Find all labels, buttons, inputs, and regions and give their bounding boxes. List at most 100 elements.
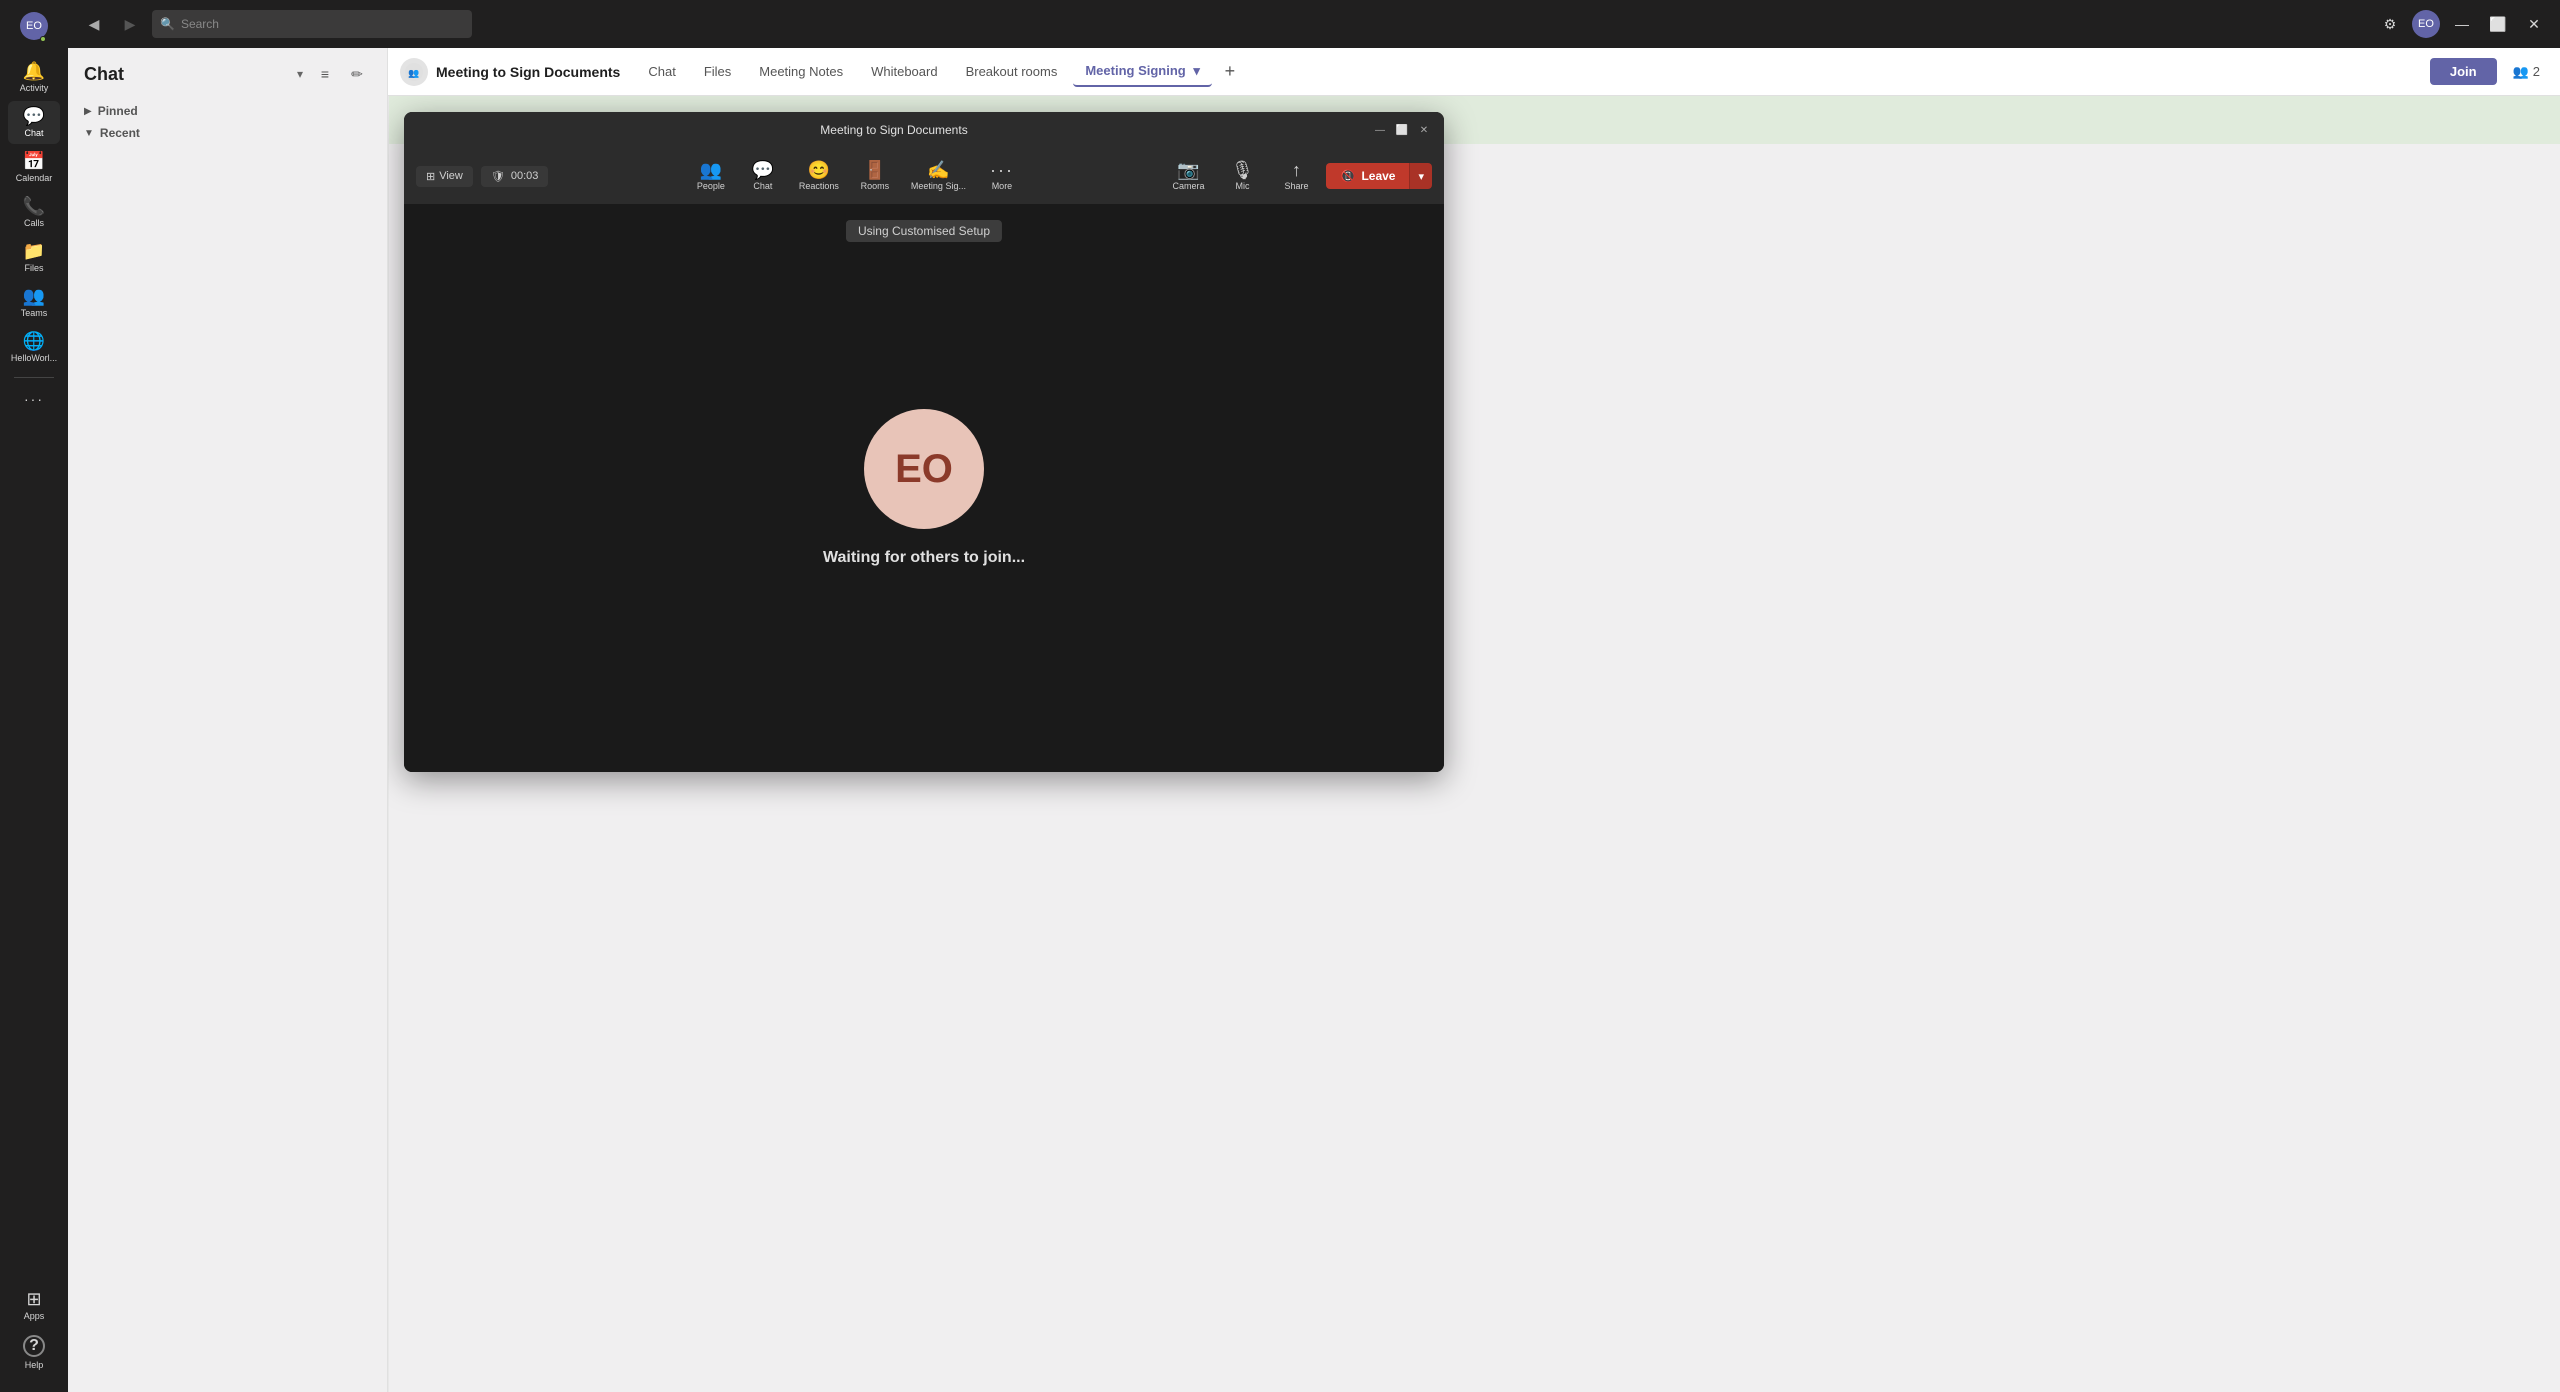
sidebar-nav: 🔔 Activity 💬 Chat 📅 Calendar 📞 Calls 📁 F…	[8, 56, 60, 1280]
meeting-video-area: Using Customised Setup EO Waiting for ot…	[404, 204, 1444, 772]
meeting-title: Meeting to Sign Documents	[436, 64, 620, 80]
back-btn[interactable]: ◀	[80, 10, 108, 38]
timer-icon: 🛡	[491, 170, 505, 183]
tab-files[interactable]: Files	[692, 58, 743, 85]
meeting-toolbar: ⊞ View 🛡 00:03 👥 People	[404, 148, 1444, 204]
help-icon: ?	[23, 1335, 45, 1357]
pinned-chevron-icon: ▶	[84, 106, 92, 117]
reactions-tool-btn[interactable]: 😊 Reactions	[791, 157, 847, 195]
more-icon: ···	[24, 392, 44, 406]
rooms-tool-icon: 🚪	[864, 161, 886, 179]
meeting-sig-tool-icon: ✍	[927, 161, 949, 179]
topbar: ◀ ▶ 🔍 Search ⚙ EO — ⬜ ✕	[68, 0, 2560, 48]
leave-button[interactable]: 📵 Leave	[1326, 163, 1409, 189]
sidebar-item-help[interactable]: ? Help	[8, 1329, 60, 1376]
chat-tool-icon: 💬	[752, 161, 774, 179]
helloworld-icon: 🌐	[23, 332, 45, 350]
recent-chevron-icon: ▼	[84, 128, 94, 139]
content-area: 👥 Meeting to Sign Documents Chat Files M…	[388, 48, 2560, 1392]
toolbar-left: ⊞ View 🛡 00:03	[416, 166, 548, 187]
topbar-right: ⚙ EO — ⬜ ✕	[2376, 10, 2548, 38]
settings-icon-btn[interactable]: ⚙	[2376, 10, 2404, 38]
sidebar-item-calls[interactable]: 📞 Calls	[8, 191, 60, 234]
people-tool-btn[interactable]: 👥 People	[687, 157, 735, 195]
apps-icon: ⊞	[26, 1290, 41, 1308]
tab-breakout-rooms[interactable]: Breakout rooms	[954, 58, 1070, 85]
meeting-window-title: Meeting to Sign Documents	[416, 123, 1372, 137]
meeting-window: Meeting to Sign Documents — ⬜ ✕ ⊞ View	[404, 112, 1444, 772]
activity-icon: 🔔	[23, 62, 45, 80]
chat-sidebar-chevron-icon[interactable]: ▾	[297, 67, 303, 81]
add-tab-btn[interactable]: +	[1216, 58, 1244, 86]
minimize-btn[interactable]: —	[2448, 10, 2476, 38]
sidebar-item-teams[interactable]: 👥 Teams	[8, 281, 60, 324]
tab-meeting-notes[interactable]: Meeting Notes	[747, 58, 855, 85]
window-minimize-btn[interactable]: —	[1372, 122, 1388, 138]
forward-btn[interactable]: ▶	[116, 10, 144, 38]
leave-chevron-btn[interactable]: ▾	[1409, 163, 1432, 189]
tab-chat[interactable]: Chat	[636, 58, 687, 85]
chat-sidebar-header: Chat ▾ ≡ ✏	[68, 48, 387, 100]
search-icon: 🔍	[160, 17, 175, 31]
files-icon: 📁	[23, 242, 45, 260]
meeting-window-titlebar: Meeting to Sign Documents — ⬜ ✕	[404, 112, 1444, 148]
teams-icon: 👥	[23, 287, 45, 305]
filter-btn[interactable]: ≡	[311, 60, 339, 88]
pinned-section-header[interactable]: ▶ Pinned	[68, 100, 387, 122]
people-tool-icon: 👥	[700, 161, 722, 179]
search-placeholder: Search	[181, 17, 219, 31]
timer-value: 00:03	[511, 170, 539, 182]
recent-section-header[interactable]: ▼ Recent	[68, 122, 387, 144]
meeting-tabbar: 👥 Meeting to Sign Documents Chat Files M…	[388, 48, 2560, 96]
inner-layout: Chat ▾ ≡ ✏ ▶ Pinned ▼ Recent	[68, 48, 2560, 1392]
reactions-tool-icon: 😊	[808, 161, 830, 179]
app-sidebar: EO 🔔 Activity 💬 Chat 📅 Calendar 📞 Calls …	[0, 0, 68, 1392]
meeting-sig-tool-btn[interactable]: ✍ Meeting Sig...	[903, 157, 974, 195]
svg-text:👥: 👥	[408, 68, 419, 78]
camera-tool-btn[interactable]: 📷 Camera	[1164, 157, 1212, 195]
join-button[interactable]: Join	[2430, 58, 2497, 85]
leave-btn-wrap: 📵 Leave ▾	[1326, 163, 1432, 189]
calendar-icon: 📅	[23, 152, 45, 170]
meeting-tab-title: 👥 Meeting to Sign Documents	[400, 58, 620, 86]
sidebar-bottom-nav: ⊞ Apps ? Help	[8, 1284, 60, 1376]
view-icon: ⊞	[426, 170, 435, 183]
mic-tool-btn[interactable]: 🎙 Mic	[1218, 157, 1266, 195]
sidebar-item-more[interactable]: ···	[8, 386, 60, 412]
customised-setup-tooltip: Using Customised Setup	[846, 220, 1002, 242]
topbar-avatar[interactable]: EO	[2412, 10, 2440, 38]
sidebar-divider	[14, 377, 54, 378]
sidebar-item-helloworld[interactable]: 🌐 HelloWorl...	[8, 326, 60, 369]
chat-tool-btn[interactable]: 💬 Chat	[739, 157, 787, 195]
participants-btn[interactable]: 👥 2	[2505, 60, 2548, 84]
close-app-btn[interactable]: ✕	[2520, 10, 2548, 38]
sidebar-item-chat[interactable]: 💬 Chat	[8, 101, 60, 144]
chat-sidebar-title: Chat	[84, 64, 289, 85]
rooms-tool-btn[interactable]: 🚪 Rooms	[851, 157, 899, 195]
tab-chevron-icon: ▾	[1193, 63, 1200, 78]
participant-avatar: EO	[864, 409, 984, 529]
tab-meeting-signing[interactable]: Meeting Signing ▾	[1073, 57, 1212, 87]
sidebar-item-activity[interactable]: 🔔 Activity	[8, 56, 60, 99]
participants-count: 2	[2533, 64, 2540, 79]
search-bar[interactable]: 🔍 Search	[152, 10, 472, 38]
chat-sidebar: Chat ▾ ≡ ✏ ▶ Pinned ▼ Recent	[68, 48, 388, 1392]
sidebar-item-calendar[interactable]: 📅 Calendar	[8, 146, 60, 189]
compose-btn[interactable]: ✏	[343, 60, 371, 88]
toolbar-right: 📷 Camera 🎙 Mic ↑ Share	[1164, 157, 1432, 195]
maximize-btn[interactable]: ⬜	[2484, 10, 2512, 38]
tab-whiteboard[interactable]: Whiteboard	[859, 58, 949, 85]
sidebar-item-files[interactable]: 📁 Files	[8, 236, 60, 279]
window-maximize-btn[interactable]: ⬜	[1394, 122, 1410, 138]
window-close-btn[interactable]: ✕	[1416, 122, 1432, 138]
sidebar-item-apps[interactable]: ⊞ Apps	[8, 1284, 60, 1327]
meeting-icon: 👥	[400, 58, 428, 86]
share-tool-btn[interactable]: ↑ Share	[1272, 157, 1320, 195]
camera-tool-icon: 📷	[1177, 161, 1199, 179]
more-tool-btn[interactable]: ··· More	[978, 157, 1026, 195]
tab-right: Join 👥 2	[2430, 58, 2548, 85]
participants-icon: 👥	[2513, 64, 2529, 80]
chat-sidebar-actions: ≡ ✏	[311, 60, 371, 88]
page-content: Meeting to Sign Documents — ⬜ ✕ ⊞ View	[388, 96, 2560, 1392]
view-btn[interactable]: ⊞ View	[416, 166, 473, 187]
